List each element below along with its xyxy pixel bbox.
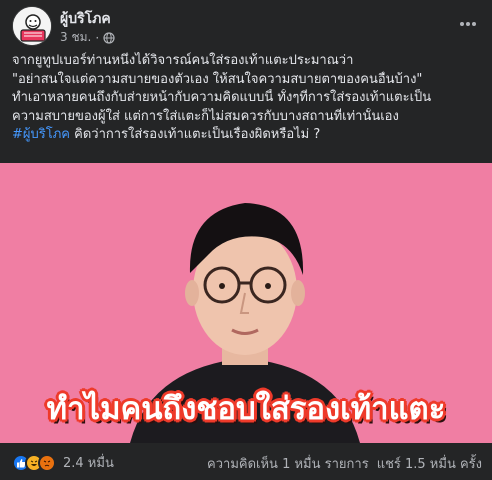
post-text-question: คิดว่าการใส่รองเท้าแตะเป็นเรื่องผิดหรือไ… xyxy=(70,127,321,142)
post-footer: 2.4 หมื่น ความคิดเห็น 1 หมื่น รายการ แชร… xyxy=(12,450,482,472)
post-time[interactable]: 3 ชม. xyxy=(60,28,91,47)
video-thumbnail[interactable]: ทำไมคนถึงชอบใส่รองเท้าแตะ xyxy=(0,163,492,443)
angry-icon xyxy=(38,453,56,472)
more-options-button[interactable] xyxy=(454,10,482,38)
shares-count[interactable]: แชร์ 1.5 หมื่น ครั้ง xyxy=(377,453,482,474)
post-text-line: ความสบายของผู้ใส่ แต่การใส่แตะก็ไม่สมควร… xyxy=(12,108,399,124)
post-meta: 3 ชม. · xyxy=(60,28,115,47)
page-logo-icon xyxy=(13,7,51,45)
more-options-icon xyxy=(460,22,476,26)
post-text: จากยูทูปเบอร์ท่านหนึ่งได้วิจารณ์คนใส่รอง… xyxy=(12,52,482,145)
engagement-stats: ความคิดเห็น 1 หมื่น รายการ แชร์ 1.5 หมื่… xyxy=(207,453,482,474)
video-caption: ทำไมคนถึงชอบใส่รองเท้าแตะ xyxy=(46,391,446,427)
post-text-line: ทำเอาหลายคนถึงกับส่ายหน้ากับความคิดแบบนี… xyxy=(12,90,432,105)
post-text-line: "อย่าสนใจแต่ความสบายของตัวเอง ให้สนใจควา… xyxy=(12,71,423,87)
page-name[interactable]: ผู้บริโภค xyxy=(60,8,111,30)
reaction-summary[interactable]: 2.4 หมื่น xyxy=(12,452,114,473)
reaction-count[interactable]: 2.4 หมื่น xyxy=(63,452,114,473)
post-text-line: จากยูทูปเบอร์ท่านหนึ่งได้วิจารณ์คนใส่รอง… xyxy=(12,53,354,68)
comments-count[interactable]: ความคิดเห็น 1 หมื่น รายการ xyxy=(207,453,369,474)
globe-icon xyxy=(103,31,115,44)
post-card: ผู้บริโภค 3 ชม. · จากยูทูปเบอร์ท่านหนึ่ง… xyxy=(0,0,492,480)
meta-separator: · xyxy=(95,30,100,45)
page-avatar[interactable] xyxy=(12,6,52,46)
post-text-line-last: #ผู้บริโภค คิดว่าการใส่รองเท้าแตะเป็นเรื… xyxy=(12,126,482,145)
hashtag-link[interactable]: #ผู้บริโภค xyxy=(12,127,70,142)
post-header: ผู้บริโภค 3 ชม. · xyxy=(12,6,482,46)
